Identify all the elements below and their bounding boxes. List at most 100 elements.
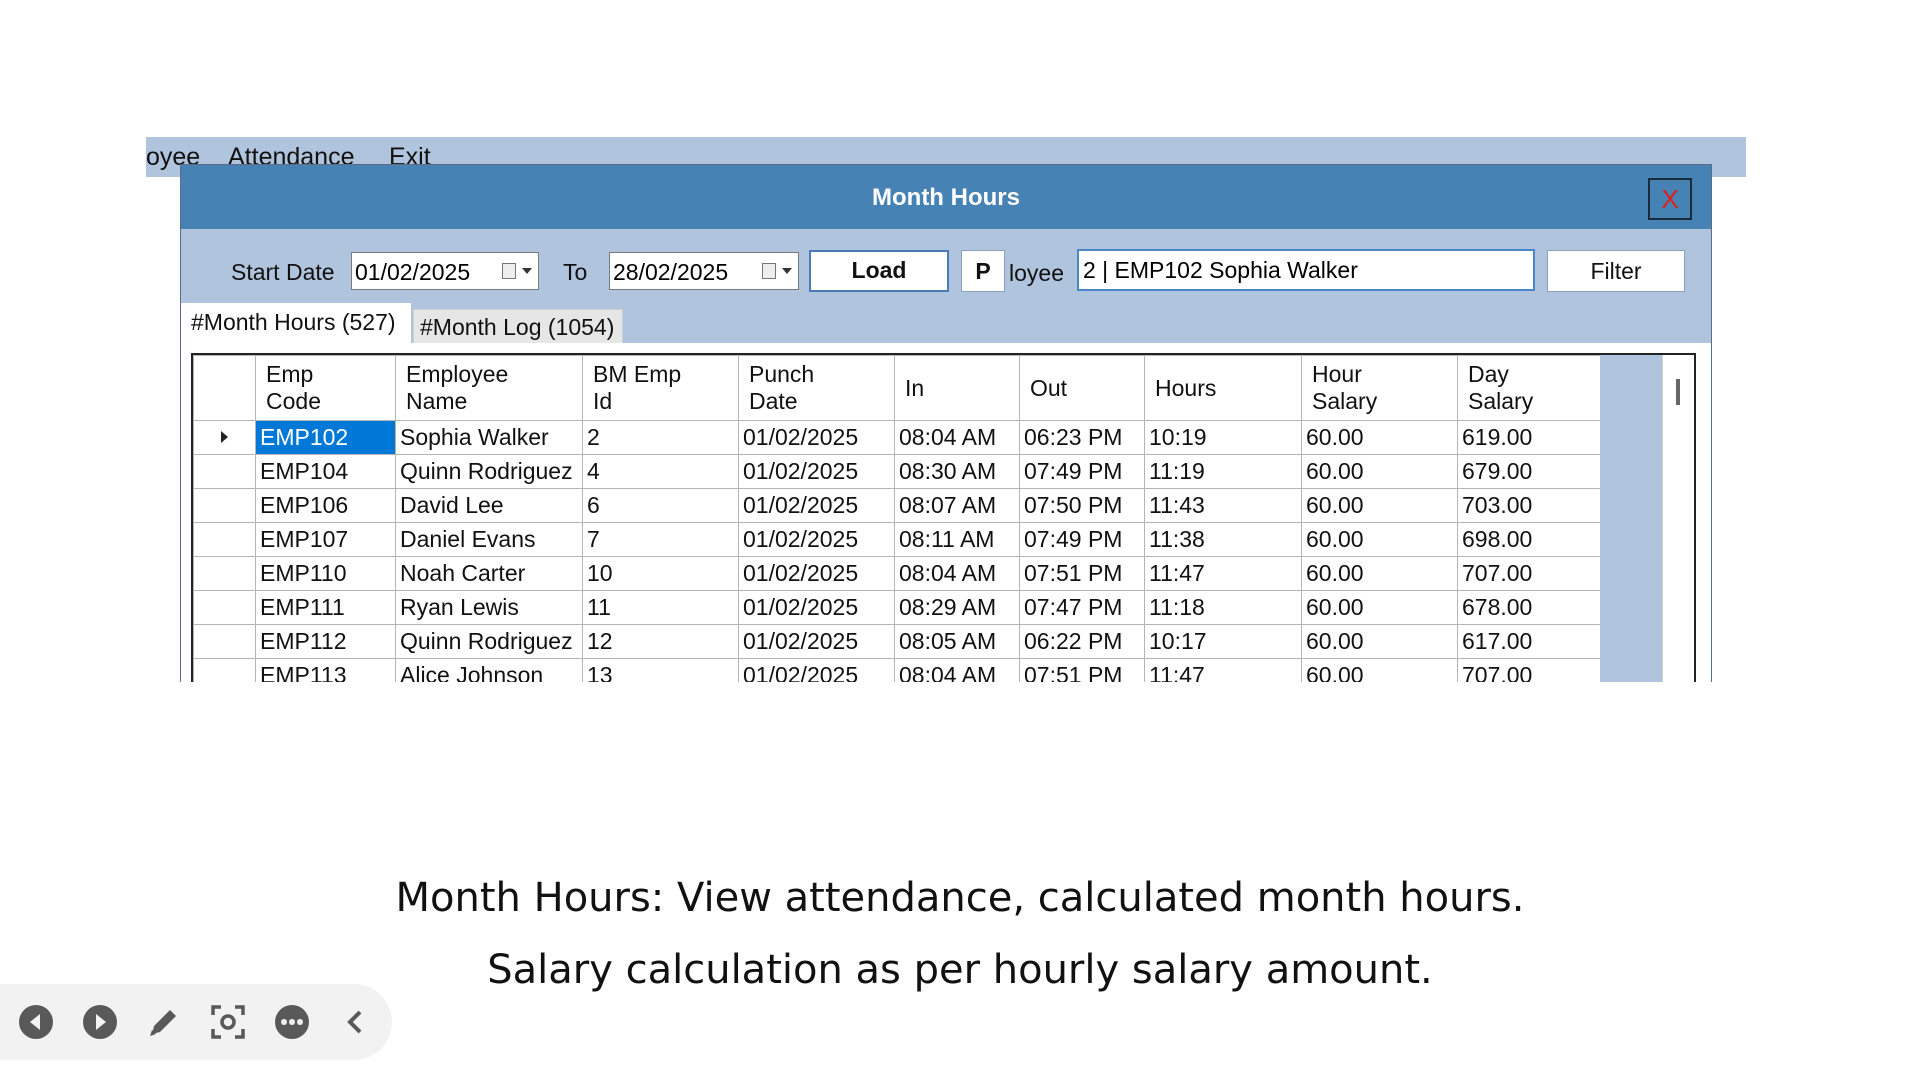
grid-cell[interactable]: 60.00 xyxy=(1301,420,1458,455)
vertical-scrollbar[interactable] xyxy=(1662,355,1694,682)
load-button[interactable]: Load xyxy=(809,250,949,292)
grid-cell[interactable]: 678.00 xyxy=(1457,590,1615,625)
grid-cell[interactable]: 01/02/2025 xyxy=(738,624,895,659)
row-header[interactable] xyxy=(193,454,256,489)
tab-month-log[interactable]: #Month Log (1054) xyxy=(413,309,623,345)
grid-cell[interactable]: EMP112 xyxy=(255,624,396,659)
grid-cell[interactable]: 60.00 xyxy=(1301,522,1458,557)
grid-cell[interactable]: Sophia Walker xyxy=(395,420,583,455)
grid-cell[interactable]: 4 xyxy=(582,454,739,489)
close-button[interactable]: X xyxy=(1648,178,1692,220)
column-header[interactable]: In xyxy=(894,355,1020,421)
filter-button[interactable]: Filter xyxy=(1547,250,1685,292)
row-header[interactable] xyxy=(193,420,256,455)
grid-cell[interactable]: 08:11 AM xyxy=(894,522,1020,557)
grid-cell[interactable]: 10:17 xyxy=(1144,624,1302,659)
row-header[interactable] xyxy=(193,522,256,557)
grid-cell[interactable]: 08:04 AM xyxy=(894,420,1020,455)
row-header[interactable] xyxy=(193,624,256,659)
chevron-down-icon[interactable] xyxy=(782,268,792,274)
employee-input[interactable]: 2 | EMP102 Sophia Walker xyxy=(1077,249,1535,291)
grid-cell[interactable]: 12 xyxy=(582,624,739,659)
grid-cell[interactable]: 01/02/2025 xyxy=(738,420,895,455)
start-date-picker[interactable]: 01/02/2025 xyxy=(351,252,539,290)
row-header[interactable] xyxy=(193,658,256,682)
grid-cell[interactable]: 698.00 xyxy=(1457,522,1615,557)
table-row[interactable]: EMP107 Daniel Evans 7 01/02/2025 08:11 AM 07:… xyxy=(193,522,1615,557)
grid-cell[interactable]: 11:19 xyxy=(1144,454,1302,489)
grid-cell[interactable]: 06:22 PM xyxy=(1019,624,1145,659)
grid-cell[interactable]: 60.00 xyxy=(1301,624,1458,659)
grid-cell[interactable]: 60.00 xyxy=(1301,488,1458,523)
grid-cell[interactable]: 08:29 AM xyxy=(894,590,1020,625)
grid-cell[interactable]: 07:47 PM xyxy=(1019,590,1145,625)
grid-cell[interactable]: 01/02/2025 xyxy=(738,488,895,523)
grid-cell[interactable]: 2 xyxy=(582,420,739,455)
focus-icon[interactable] xyxy=(210,1004,246,1040)
row-header[interactable] xyxy=(193,590,256,625)
grid-cell[interactable]: 07:50 PM xyxy=(1019,488,1145,523)
grid-cell[interactable]: 07:51 PM xyxy=(1019,556,1145,591)
table-row[interactable]: EMP106 David Lee 6 01/02/2025 08:07 AM 07:50 … xyxy=(193,488,1615,523)
table-row[interactable]: EMP113 Alice Johnson 13 01/02/2025 08:04 AM 0… xyxy=(193,658,1615,682)
grid-cell[interactable]: 06:23 PM xyxy=(1019,420,1145,455)
grid-cell[interactable]: 11 xyxy=(582,590,739,625)
grid-cell[interactable]: 60.00 xyxy=(1301,590,1458,625)
column-header[interactable]: BM Emp Id xyxy=(582,355,739,421)
grid-cell[interactable]: 01/02/2025 xyxy=(738,556,895,591)
grid-cell[interactable]: 10:19 xyxy=(1144,420,1302,455)
grid-cell[interactable]: Alice Johnson xyxy=(395,658,583,682)
grid-cell[interactable]: 707.00 xyxy=(1457,658,1615,682)
grid-cell[interactable]: Daniel Evans xyxy=(395,522,583,557)
grid-cell[interactable]: EMP104 xyxy=(255,454,396,489)
grid-cell[interactable]: 11:47 xyxy=(1144,556,1302,591)
grid-cell[interactable]: 7 xyxy=(582,522,739,557)
column-header[interactable]: Punch Date xyxy=(738,355,895,421)
grid-cell[interactable]: EMP111 xyxy=(255,590,396,625)
table-row[interactable]: EMP102 Sophia Walker 2 01/02/2025 08:04 AM 06… xyxy=(193,420,1615,455)
row-header[interactable] xyxy=(193,488,256,523)
grid-cell[interactable]: 60.00 xyxy=(1301,454,1458,489)
grid-cell[interactable]: EMP102 xyxy=(255,420,396,455)
grid-cell[interactable]: 10 xyxy=(582,556,739,591)
column-header[interactable]: Employee Name xyxy=(395,355,583,421)
grid-cell[interactable]: 08:30 AM xyxy=(894,454,1020,489)
tab-month-hours[interactable]: #Month Hours (527) xyxy=(181,303,411,343)
calendar-icon[interactable] xyxy=(502,263,516,279)
more-icon[interactable] xyxy=(274,1004,310,1040)
grid-cell[interactable]: 11:47 xyxy=(1144,658,1302,682)
grid-cell[interactable]: David Lee xyxy=(395,488,583,523)
grid-cell[interactable]: 679.00 xyxy=(1457,454,1615,489)
grid-cell[interactable]: Ryan Lewis xyxy=(395,590,583,625)
column-header[interactable]: Out xyxy=(1019,355,1145,421)
grid-cell[interactable]: 617.00 xyxy=(1457,624,1615,659)
column-header[interactable]: Day Salary xyxy=(1457,355,1615,421)
grid-cell[interactable]: 11:18 xyxy=(1144,590,1302,625)
previous-icon[interactable] xyxy=(18,1004,54,1040)
grid-cell[interactable]: 60.00 xyxy=(1301,556,1458,591)
grid-cell[interactable]: 08:04 AM xyxy=(894,556,1020,591)
table-row[interactable]: EMP110 Noah Carter 10 01/02/2025 08:04 AM 07:… xyxy=(193,556,1615,591)
grid-cell[interactable]: 11:43 xyxy=(1144,488,1302,523)
grid-cell[interactable]: EMP106 xyxy=(255,488,396,523)
next-icon[interactable] xyxy=(82,1004,118,1040)
grid-cell[interactable]: 07:51 PM xyxy=(1019,658,1145,682)
grid-cell[interactable]: 08:05 AM xyxy=(894,624,1020,659)
table-row[interactable]: EMP111 Ryan Lewis 11 01/02/2025 08:29 AM 07:4… xyxy=(193,590,1615,625)
collapse-icon[interactable] xyxy=(338,1004,374,1040)
pen-icon[interactable] xyxy=(146,1004,182,1040)
grid-cell[interactable]: 08:07 AM xyxy=(894,488,1020,523)
grid-cell[interactable]: 707.00 xyxy=(1457,556,1615,591)
row-header[interactable] xyxy=(193,556,256,591)
chevron-down-icon[interactable] xyxy=(522,268,532,274)
grid-cell[interactable]: Noah Carter xyxy=(395,556,583,591)
table-row[interactable]: EMP104 Quinn Rodriguez 4 01/02/2025 08:30 AM… xyxy=(193,454,1615,489)
grid-cell[interactable]: 11:38 xyxy=(1144,522,1302,557)
grid-cell[interactable]: Quinn Rodriguez xyxy=(395,454,583,489)
grid-cell[interactable]: EMP107 xyxy=(255,522,396,557)
grid-cell[interactable]: 01/02/2025 xyxy=(738,522,895,557)
grid-cell[interactable]: 619.00 xyxy=(1457,420,1615,455)
grid-cell[interactable]: 01/02/2025 xyxy=(738,658,895,682)
end-date-picker[interactable]: 28/02/2025 xyxy=(609,252,799,290)
grid-cell[interactable]: 703.00 xyxy=(1457,488,1615,523)
